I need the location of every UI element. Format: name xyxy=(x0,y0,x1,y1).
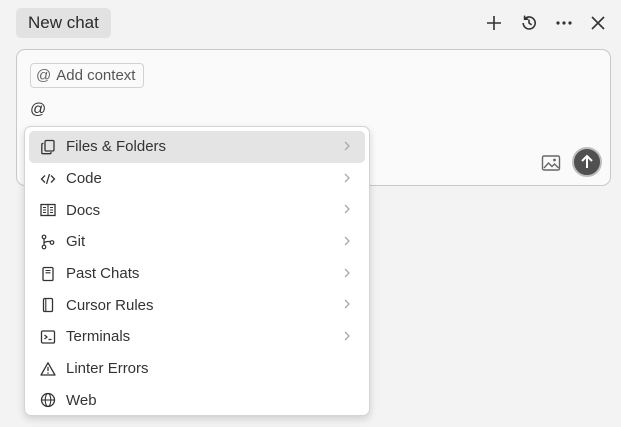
ellipsis-icon xyxy=(556,21,572,25)
book-icon xyxy=(39,201,57,219)
menu-item-label: Code xyxy=(66,170,102,188)
globe-icon xyxy=(39,391,57,409)
menu-item-label: Web xyxy=(66,391,97,409)
menu-item-web[interactable]: Web xyxy=(29,385,365,417)
menu-item-label: Linter Errors xyxy=(66,360,149,378)
arrow-up-icon xyxy=(581,154,593,168)
chevron-right-icon xyxy=(344,331,350,341)
menu-item-label: Cursor Rules xyxy=(66,296,154,314)
chevron-right-icon xyxy=(344,236,350,246)
menu-item-terminals[interactable]: Terminals xyxy=(29,321,365,353)
chevron-right-icon xyxy=(344,141,350,151)
tab-new-chat[interactable]: New chat xyxy=(16,8,111,38)
menu-item-code[interactable]: Code xyxy=(29,163,365,195)
git-branch-icon xyxy=(39,233,57,251)
close-button[interactable] xyxy=(585,10,611,36)
at-icon: @ xyxy=(36,67,52,84)
message-input[interactable]: @ xyxy=(30,101,46,119)
close-icon xyxy=(591,16,605,30)
more-button[interactable] xyxy=(551,10,577,36)
add-context-label: Add context xyxy=(56,67,136,84)
context-menu: Files & Folders Code Docs Git Past Chats xyxy=(24,126,370,416)
chat-history-icon xyxy=(39,265,57,283)
menu-item-docs[interactable]: Docs xyxy=(29,194,365,226)
history-icon xyxy=(522,15,536,30)
menu-item-cursor-rules[interactable]: Cursor Rules xyxy=(29,289,365,321)
code-icon xyxy=(39,170,57,188)
menu-item-label: Git xyxy=(66,233,86,251)
menu-item-linter-errors[interactable]: Linter Errors xyxy=(29,353,365,385)
rules-icon xyxy=(39,296,57,314)
plus-icon xyxy=(487,16,501,30)
image-icon[interactable] xyxy=(541,154,561,172)
chevron-right-icon xyxy=(344,268,350,278)
add-context-button[interactable]: @ Add context xyxy=(30,63,145,88)
menu-item-files-folders[interactable]: Files & Folders xyxy=(29,131,365,163)
chevron-right-icon xyxy=(344,204,350,214)
menu-item-git[interactable]: Git xyxy=(29,226,365,258)
chevron-right-icon xyxy=(344,173,350,183)
chevron-right-icon xyxy=(344,299,350,309)
new-chat-button[interactable] xyxy=(481,10,507,36)
history-button[interactable] xyxy=(516,10,542,36)
menu-item-label: Terminals xyxy=(66,328,131,346)
terminal-icon xyxy=(39,328,57,346)
send-button[interactable] xyxy=(572,147,602,177)
menu-item-past-chats[interactable]: Past Chats xyxy=(29,258,365,290)
menu-item-label: Docs xyxy=(66,201,101,219)
menu-item-label: Files & Folders xyxy=(66,138,167,156)
warning-icon xyxy=(39,360,57,378)
menu-item-label: Past Chats xyxy=(66,265,140,283)
files-icon xyxy=(39,138,57,156)
